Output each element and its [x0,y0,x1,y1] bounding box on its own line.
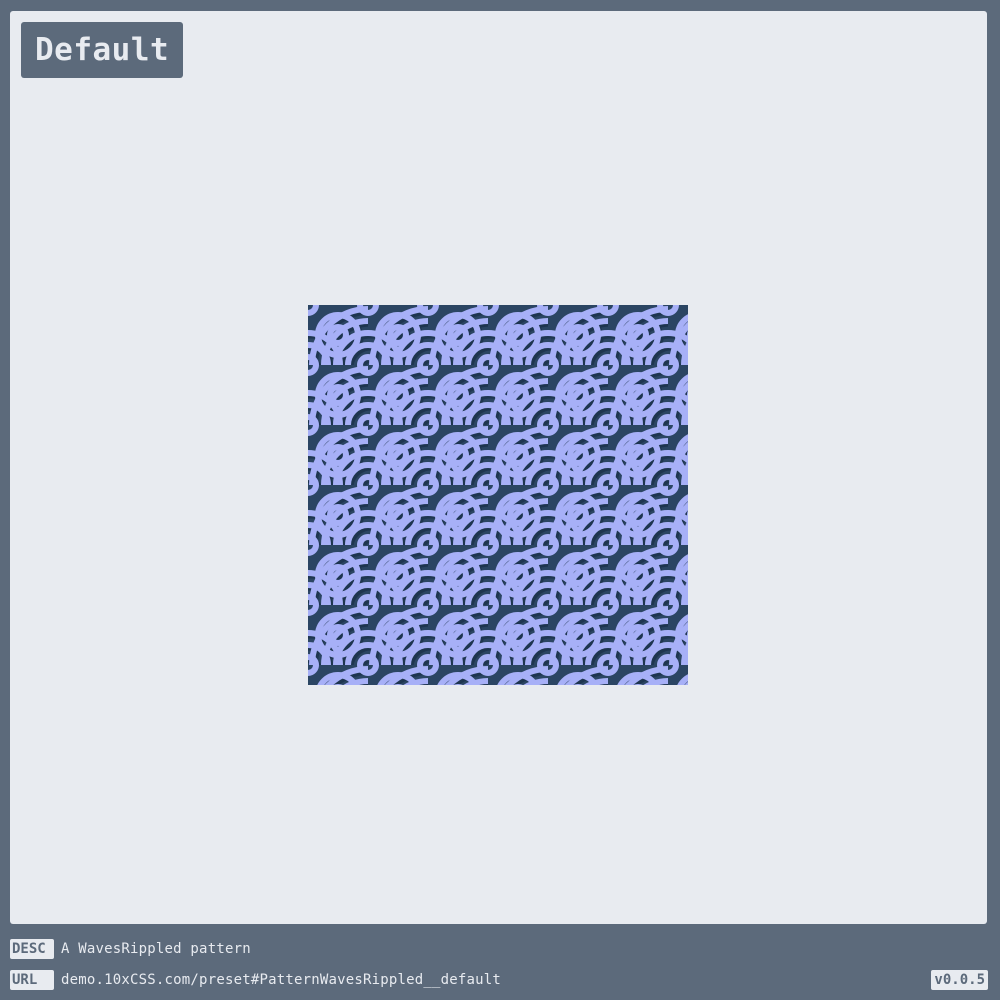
preview-stage: Default [10,11,987,924]
waves-rippled-pattern [308,305,688,685]
desc-tag: DESC [10,939,54,959]
preset-title: Default [21,22,184,78]
version-badge: v0.0.5 [931,970,988,990]
description-row: DESC A WavesRippled pattern [10,939,251,959]
url-link[interactable]: demo.10xCSS.com/preset#PatternWavesRippl… [61,972,501,988]
description-text: A WavesRippled pattern [61,941,251,957]
pattern-fill [308,305,688,685]
url-row: URL demo.10xCSS.com/preset#PatternWavesR… [10,970,501,990]
url-tag: URL [10,970,54,990]
